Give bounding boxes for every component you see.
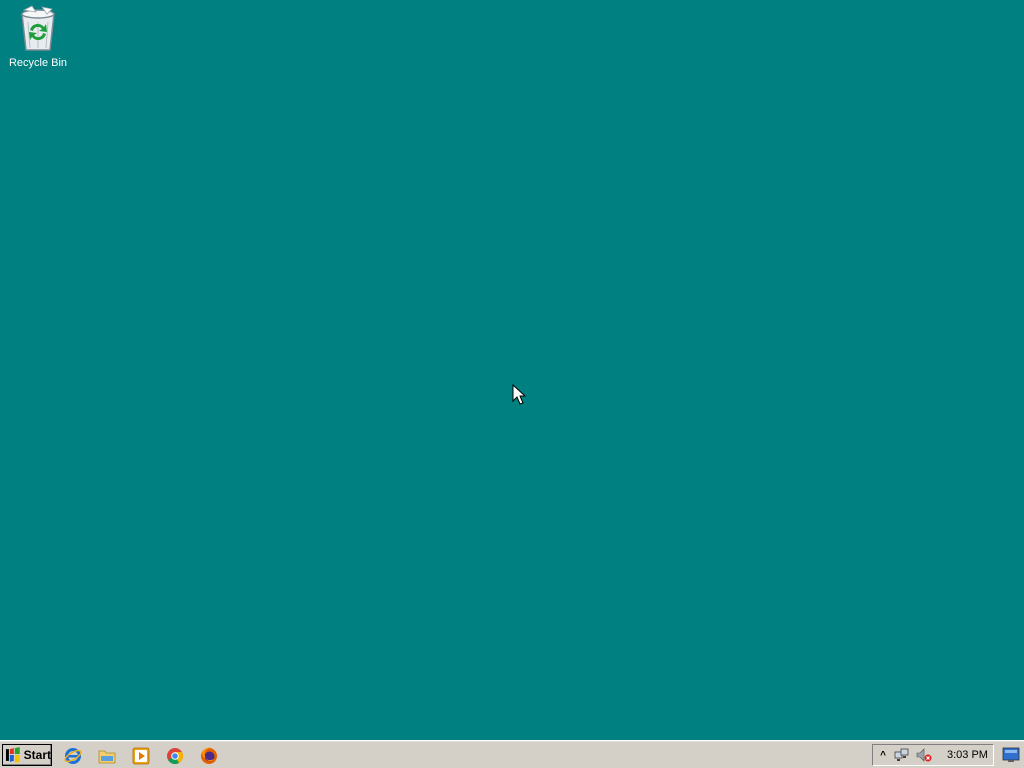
taskbar: Start ^ 3:03 PM <box>0 740 1024 768</box>
recycle-bin-icon <box>21 5 55 51</box>
firefox-icon <box>201 747 217 764</box>
quick-launch-toolbar <box>60 745 230 767</box>
show-desktop-icon[interactable] <box>1002 747 1020 763</box>
show-hidden-icons-button[interactable]: ^ <box>877 747 889 763</box>
internet-explorer-icon <box>64 748 82 764</box>
media-player-icon <box>132 747 150 765</box>
quicklaunch-firefox[interactable] <box>196 745 222 767</box>
recycle-bin-shortcut[interactable]: Recycle Bin <box>4 4 72 69</box>
start-label: Start <box>23 748 51 762</box>
chrome-icon <box>167 748 183 764</box>
network-icon <box>894 748 909 761</box>
windows-logo-icon <box>5 747 20 763</box>
start-button[interactable]: Start <box>2 744 52 766</box>
system-tray: ^ 3:03 PM <box>872 744 994 766</box>
desktop[interactable]: Recycle Bin <box>0 0 1024 740</box>
network-tray-item[interactable] <box>893 746 911 764</box>
quicklaunch-file-explorer[interactable] <box>94 745 120 767</box>
recycle-bin-label: Recycle Bin <box>8 57 68 69</box>
quicklaunch-internet-explorer[interactable] <box>60 745 86 767</box>
volume-muted-icon <box>916 748 932 762</box>
mouse-pointer-icon <box>512 384 526 405</box>
quicklaunch-media-player[interactable] <box>128 745 154 767</box>
folder-icon <box>98 750 116 764</box>
quicklaunch-chrome[interactable] <box>162 745 188 767</box>
clock[interactable]: 3:03 PM <box>947 749 988 761</box>
volume-tray-item[interactable] <box>915 746 933 764</box>
